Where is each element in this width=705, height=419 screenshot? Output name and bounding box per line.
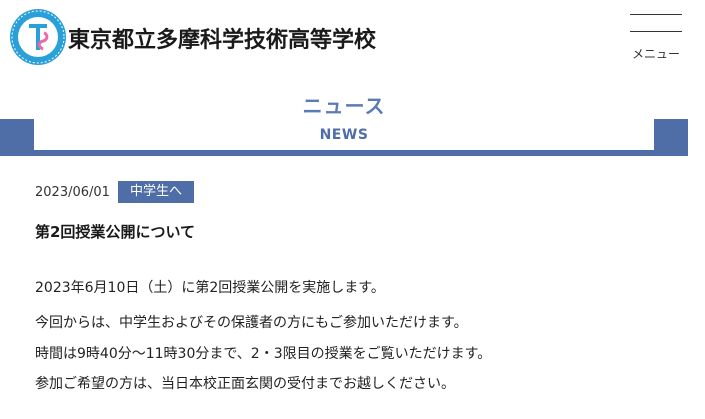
school-name[interactable]: 東京都立多摩科学技術高等学校 bbox=[68, 22, 376, 54]
category-badge[interactable]: 中学生へ bbox=[117, 181, 194, 203]
section-band: NEWS bbox=[0, 119, 688, 156]
menu-label: メニュー bbox=[631, 47, 680, 61]
article-date: 2023/06/01 bbox=[35, 184, 110, 200]
article-meta: 2023/06/01 中学生へ bbox=[35, 181, 194, 203]
article-title: 第2回授業公開について bbox=[35, 223, 195, 241]
menu-button[interactable]: メニュー bbox=[624, 10, 688, 66]
section-subtitle: NEWS bbox=[319, 127, 369, 143]
article-body-line: 今回からは、中学生およびその保護者の方にもご参加いただけます。 bbox=[35, 315, 468, 331]
hamburger-icon-line bbox=[630, 31, 682, 32]
article-body-line: 時間は9時40分～11時30分まで、2・3限目の授業をご覧いただけます。 bbox=[35, 346, 492, 362]
page: 東京都立多摩科学技術高等学校 メニュー ニュース NEWS 2023/06/01… bbox=[0, 0, 705, 419]
hamburger-icon bbox=[630, 14, 682, 15]
article-body-line: 参加ご希望の方は、当日本校正面玄関の受付までお越しください。 bbox=[35, 376, 455, 392]
section-band-inner: NEWS bbox=[34, 119, 654, 150]
school-logo-icon[interactable] bbox=[8, 7, 68, 67]
article-body-line: 2023年6月10日（土）に第2回授業公開を実施します。 bbox=[35, 280, 385, 296]
section-title: ニュース bbox=[302, 94, 386, 118]
